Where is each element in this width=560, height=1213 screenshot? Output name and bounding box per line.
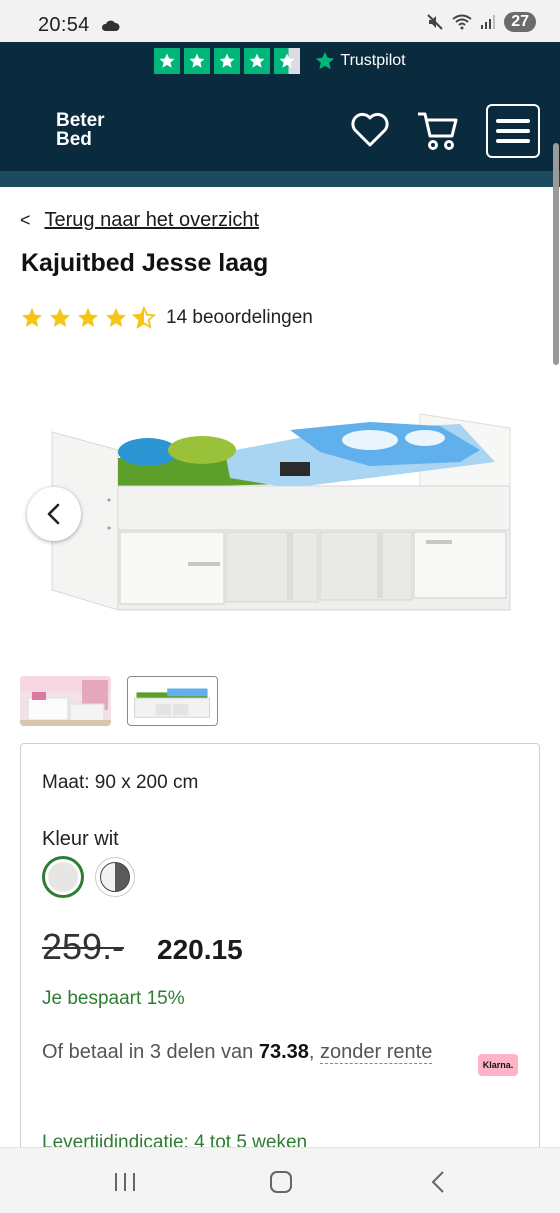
battery-level: 27: [504, 12, 536, 32]
gallery-prev-button[interactable]: [27, 487, 81, 541]
product-image-bed[interactable]: [40, 400, 520, 625]
trustpilot-label: Trustpilot: [340, 51, 406, 69]
header-subbar: [0, 171, 560, 187]
product-title: Kajuitbed Jesse laag: [21, 249, 269, 277]
wifi-icon: [452, 14, 472, 30]
trustpilot-star-icon: [244, 47, 271, 74]
product-rating[interactable]: 14 beoordelingen: [20, 306, 313, 330]
half-star-icon: [132, 306, 156, 329]
menu-bar: [496, 139, 530, 143]
color-swatch-white-grey[interactable]: [95, 857, 135, 897]
cloud-icon: [101, 20, 120, 31]
status-bar: 20:54 27: [0, 0, 560, 42]
star-icon: [78, 308, 98, 327]
trustpilot-bar[interactable]: Trustpilot: [0, 42, 560, 79]
status-time: 20:54: [38, 14, 90, 36]
home-icon[interactable]: [269, 1170, 293, 1194]
signal-icon: [481, 15, 496, 29]
old-price: 259.-: [42, 926, 125, 967]
color-label: Kleur wit: [42, 828, 119, 850]
recent-apps-icon[interactable]: [113, 1171, 137, 1193]
swatch-fill: [100, 862, 130, 892]
gallery-thumbnail-1[interactable]: [20, 676, 111, 726]
size-label[interactable]: Maat: 90 x 200 cm: [42, 772, 198, 794]
installments-prefix: Of betaal in 3 delen van: [42, 1041, 254, 1063]
status-icons: 27: [426, 12, 536, 32]
gallery-thumbnail-2[interactable]: [127, 676, 218, 726]
logo-text-line1: Beter: [56, 110, 105, 131]
beter-bed-logo[interactable]: Beter Bed: [18, 89, 105, 160]
page-scrollbar[interactable]: [553, 143, 559, 365]
installments-separator: ,: [308, 1041, 315, 1063]
star-icon: [50, 308, 70, 327]
menu-bar: [496, 119, 530, 123]
chevron-left-icon: <: [20, 210, 31, 230]
back-icon[interactable]: [429, 1170, 447, 1194]
system-nav-bar: [0, 1147, 560, 1213]
installments-info-link[interactable]: zonder rente: [320, 1041, 433, 1064]
installments-text: Of betaal in 3 delen van 73.38, zonder r…: [42, 1034, 462, 1070]
installments-amount: 73.38: [258, 1041, 309, 1063]
trustpilot-star-icon: [184, 47, 211, 74]
review-count[interactable]: 14 beoordelingen: [166, 307, 313, 329]
klarna-badge: Klarna.: [478, 1054, 518, 1076]
swatch-fill: [48, 862, 78, 892]
star-icon: [106, 308, 126, 327]
mute-icon: [427, 14, 443, 30]
star-icon: [22, 308, 42, 327]
trustpilot-logo: Trustpilot: [314, 50, 406, 72]
trustpilot-star-logo-icon: [316, 51, 335, 69]
cart-icon[interactable]: [416, 110, 460, 152]
trustpilot-star-icon: [214, 47, 241, 74]
logo-text-line2: Bed: [56, 129, 92, 150]
trustpilot-half-star-icon: [274, 47, 301, 74]
heart-icon[interactable]: [350, 112, 390, 148]
logo-text: Beter Bed: [56, 111, 105, 149]
back-link[interactable]: Terug naar het overzicht: [45, 209, 260, 232]
trustpilot-star-icon: [154, 47, 181, 74]
back-to-overview[interactable]: < Terug naar het overzicht: [20, 209, 259, 232]
new-price: 220.15: [157, 934, 243, 965]
color-swatch-white[interactable]: [42, 856, 84, 898]
chevron-left-icon: [47, 503, 60, 525]
savings-text: Je bespaart 15%: [42, 988, 185, 1009]
menu-button[interactable]: [486, 104, 540, 158]
menu-bar: [496, 129, 530, 133]
trustpilot-stars: [154, 47, 301, 74]
site-header: Beter Bed: [0, 79, 560, 171]
